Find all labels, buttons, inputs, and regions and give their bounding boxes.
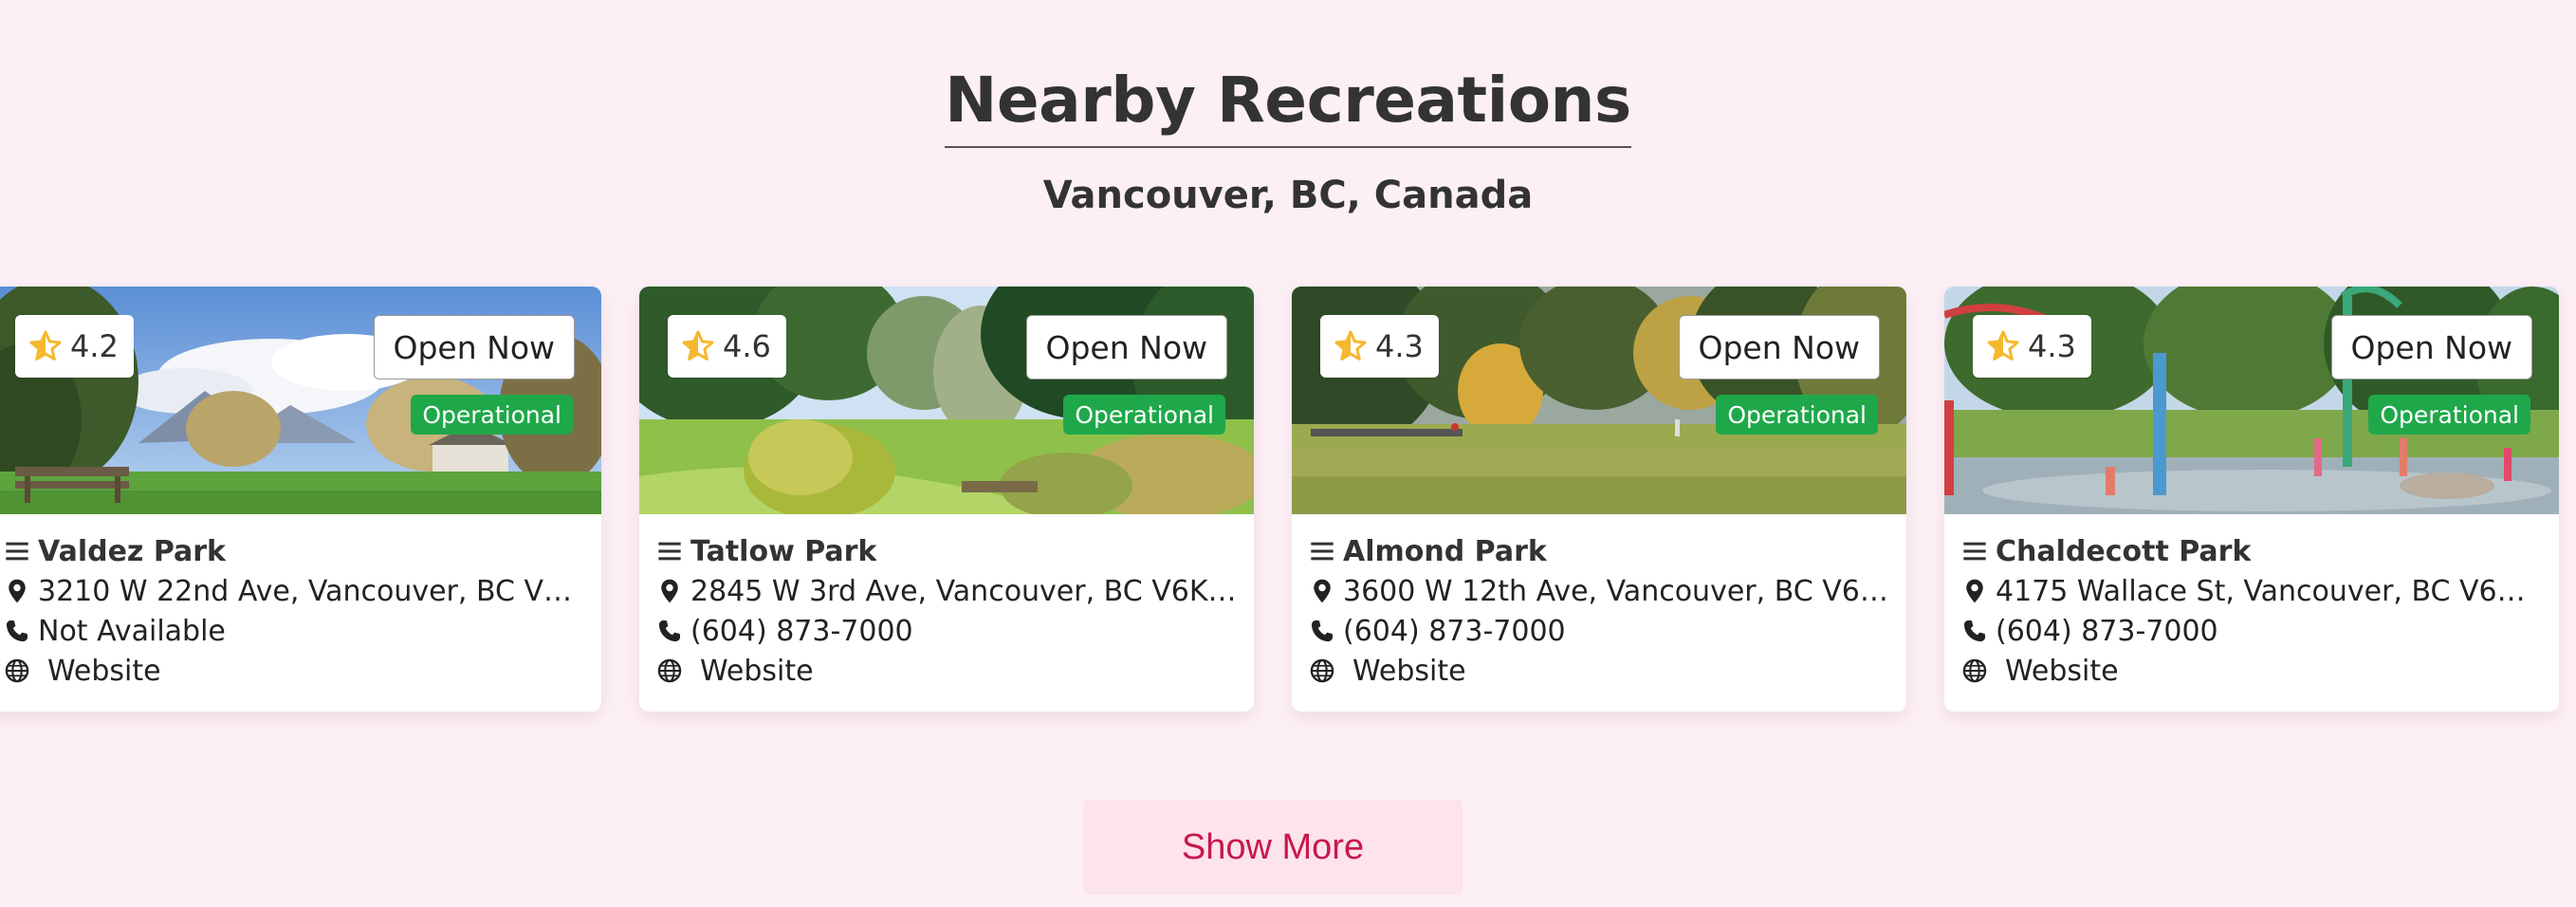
map-pin-icon: [1314, 579, 1331, 603]
phone-icon: [658, 620, 681, 642]
park-name: Chaldecott Park: [1996, 534, 2252, 568]
phone-icon: [6, 620, 28, 642]
list-icon: [1963, 542, 1986, 561]
park-name: Tatlow Park: [690, 534, 877, 568]
globe-icon: [657, 658, 682, 683]
star-half-icon: [1334, 330, 1367, 361]
website-link[interactable]: Website: [47, 655, 161, 688]
phone-row: (604) 873-7000: [1961, 611, 2542, 651]
location-subtitle: Vancouver, BC, Canada: [1042, 174, 1534, 217]
recreations-page: Nearby Recreations Vancouver, BC, Canada: [0, 0, 2576, 907]
map-pin-icon: [661, 579, 678, 603]
address-row: 3600 W 12th Ave, Vancouver, BC V6R 2R...: [1309, 571, 1889, 611]
park-phone: (604) 873-7000: [1996, 614, 2218, 648]
status-badge: Operational: [2368, 395, 2530, 435]
park-name-row: Valdez Park: [4, 531, 584, 571]
card-info: Tatlow Park 2845 W 3rd Ave, Vancouver, B…: [656, 531, 1237, 691]
status-badge: Operational: [411, 395, 573, 435]
title-wrap: Nearby Recreations: [0, 65, 2576, 148]
park-address: 4175 Wallace St, Vancouver, BC V6S 2J...: [1996, 574, 2542, 608]
list-icon: [1311, 542, 1334, 561]
map-pin-icon: [9, 579, 26, 603]
phone-row: (604) 873-7000: [656, 611, 1237, 651]
website-row[interactable]: Website: [656, 651, 1237, 691]
recreation-card[interactable]: 4.2 Open Now Operational Valdez Park 321…: [0, 287, 601, 712]
phone-icon: [1963, 620, 1986, 642]
open-now-button[interactable]: Open Now: [1678, 315, 1880, 379]
park-name: Almond Park: [1343, 534, 1547, 568]
rating-badge: 4.3: [1973, 315, 2091, 378]
recreation-card[interactable]: 4.3 Open Now Operational Chaldecott Park: [1944, 287, 2559, 712]
list-icon: [658, 542, 681, 561]
page-title: Nearby Recreations: [945, 65, 1631, 148]
park-phone: (604) 873-7000: [690, 614, 913, 648]
park-name-row: Tatlow Park: [656, 531, 1237, 571]
park-phone: (604) 873-7000: [1343, 614, 1566, 648]
rating-value: 4.3: [1375, 328, 1424, 364]
park-name-row: Almond Park: [1309, 531, 1889, 571]
park-phone: Not Available: [38, 614, 226, 648]
open-now-button[interactable]: Open Now: [373, 315, 575, 379]
phone-row: (604) 873-7000: [1309, 611, 1889, 651]
globe-icon: [1962, 658, 1987, 683]
website-row[interactable]: Website: [1961, 651, 2542, 691]
rating-value: 4.2: [70, 328, 119, 364]
star-half-icon: [1987, 330, 2019, 361]
rating-badge: 4.3: [1320, 315, 1439, 378]
website-link[interactable]: Website: [2005, 655, 2119, 688]
card-info: Chaldecott Park 4175 Wallace St, Vancouv…: [1961, 531, 2542, 691]
park-address: 3600 W 12th Ave, Vancouver, BC V6R 2R...: [1343, 574, 1889, 608]
rating-badge: 4.2: [15, 315, 134, 378]
address-row: 2845 W 3rd Ave, Vancouver, BC V6K 1M...: [656, 571, 1237, 611]
recreation-card[interactable]: 4.3 Open Now Operational Almond Park 360…: [1292, 287, 1906, 712]
star-half-icon: [682, 330, 714, 361]
card-info: Valdez Park 3210 W 22nd Ave, Vancouver, …: [4, 531, 584, 691]
open-now-button[interactable]: Open Now: [2330, 315, 2532, 379]
park-address: 3210 W 22nd Ave, Vancouver, BC V6L 1N...: [38, 574, 584, 608]
website-row[interactable]: Website: [1309, 651, 1889, 691]
map-pin-icon: [1966, 579, 1983, 603]
website-link[interactable]: Website: [1352, 655, 1466, 688]
globe-icon: [5, 658, 29, 683]
show-more-button[interactable]: Show More: [1083, 800, 1463, 895]
park-name: Valdez Park: [38, 534, 227, 568]
park-address: 2845 W 3rd Ave, Vancouver, BC V6K 1M...: [690, 574, 1237, 608]
rating-value: 4.3: [2028, 328, 2076, 364]
status-badge: Operational: [1716, 395, 1878, 435]
card-info: Almond Park 3600 W 12th Ave, Vancouver, …: [1309, 531, 1889, 691]
address-row: 3210 W 22nd Ave, Vancouver, BC V6L 1N...: [4, 571, 584, 611]
status-badge: Operational: [1063, 395, 1225, 435]
address-row: 4175 Wallace St, Vancouver, BC V6S 2J...: [1961, 571, 2542, 611]
park-name-row: Chaldecott Park: [1961, 531, 2542, 571]
website-link[interactable]: Website: [700, 655, 814, 688]
rating-badge: 4.6: [668, 315, 786, 378]
recreation-cards: 4.2 Open Now Operational Valdez Park 321…: [0, 287, 2576, 712]
recreation-card[interactable]: 4.6 Open Now Operational Tatlow Park 284…: [639, 287, 1254, 712]
phone-row: Not Available: [4, 611, 584, 651]
list-icon: [6, 542, 28, 561]
open-now-button[interactable]: Open Now: [1025, 315, 1227, 379]
star-half-icon: [29, 330, 62, 361]
globe-icon: [1310, 658, 1334, 683]
website-row[interactable]: Website: [4, 651, 584, 691]
rating-value: 4.6: [723, 328, 771, 364]
phone-icon: [1311, 620, 1334, 642]
